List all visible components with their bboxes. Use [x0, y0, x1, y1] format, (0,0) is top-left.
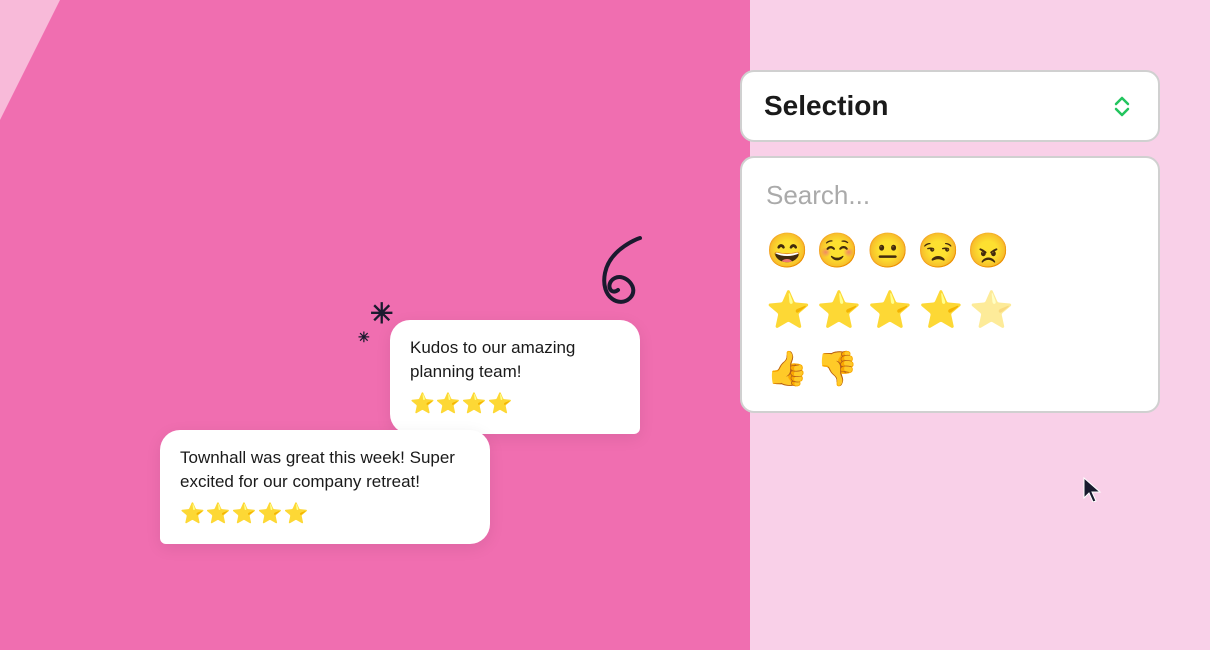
star-3[interactable]: ⭐: [868, 289, 913, 331]
emoji-face-happy[interactable]: 😄: [766, 231, 808, 271]
chat-bubble-lower-stars: ⭐⭐⭐⭐⭐: [180, 500, 470, 528]
emoji-row-stars: ⭐ ⭐ ⭐ ⭐ ⭐: [766, 289, 1134, 331]
selection-dropdown[interactable]: Selection: [740, 70, 1160, 142]
asterisk-small-icon: ✳: [358, 330, 370, 344]
emoji-row-thumbs: 👍 👎: [766, 349, 1134, 389]
asterisk-large-icon: ✳: [370, 300, 393, 328]
emoji-face-smile[interactable]: ☺️: [816, 231, 858, 271]
chat-bubble-upper-text: Kudos to our amazing planning team!: [410, 338, 575, 381]
chat-bubble-lower-text: Townhall was great this week! Super exci…: [180, 448, 455, 491]
search-panel: Search... 😄 ☺️ 😐 😒 😠 ⭐ ⭐ ⭐ ⭐ ⭐ 👍 👎: [740, 156, 1160, 413]
thumbs-down[interactable]: 👎: [816, 349, 858, 389]
chat-bubble-upper-stars: ⭐⭐⭐⭐: [410, 390, 620, 418]
star-4[interactable]: ⭐: [918, 289, 963, 331]
chevron-updown-icon: [1108, 92, 1136, 120]
emoji-row-faces: 😄 ☺️ 😐 😒 😠: [766, 231, 1134, 271]
star-1[interactable]: ⭐: [766, 289, 811, 331]
emoji-face-angry[interactable]: 😠: [967, 231, 1009, 271]
star-5[interactable]: ⭐: [969, 289, 1014, 331]
search-placeholder[interactable]: Search...: [766, 180, 1134, 211]
chat-bubble-lower: Townhall was great this week! Super exci…: [160, 430, 490, 544]
star-2[interactable]: ⭐: [817, 289, 862, 331]
curl-decoration: [580, 228, 660, 318]
main-scene: ✳ ✳ Kudos to our amazing planning team! …: [0, 0, 1210, 650]
cursor-icon: [1082, 476, 1102, 502]
selection-label: Selection: [764, 90, 888, 122]
chat-bubble-upper: Kudos to our amazing planning team! ⭐⭐⭐⭐: [390, 320, 640, 434]
emoji-face-neutral[interactable]: 😐: [867, 231, 909, 271]
emoji-face-disappoint[interactable]: 😒: [917, 231, 959, 271]
thumbs-up[interactable]: 👍: [766, 349, 808, 389]
right-panel: Selection Search... 😄 ☺️ 😐 😒 😠 ⭐: [740, 70, 1160, 413]
